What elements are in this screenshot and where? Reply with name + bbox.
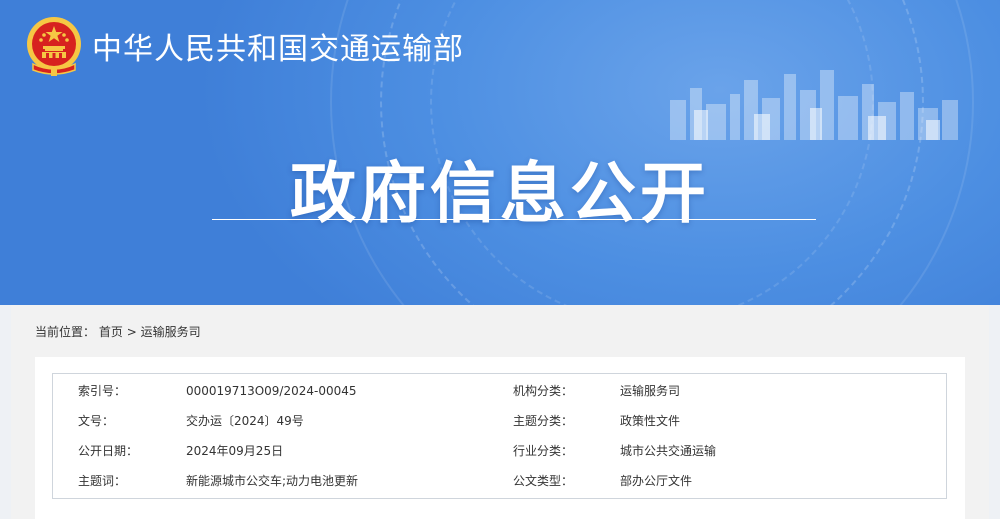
header-banner: 中华人民共和国交通运输部 政府信息公开 xyxy=(0,0,1000,305)
hero-underline xyxy=(212,219,816,220)
document-type-value: 部办公厅文件 xyxy=(620,474,693,488)
organization-category-label: 机构分类： xyxy=(513,384,574,398)
breadcrumb-separator: > xyxy=(126,325,137,339)
document-panel: 索引号： 000019713O09/2024-00045 机构分类： 运输服务司… xyxy=(35,357,965,519)
index-number-label: 索引号： xyxy=(78,384,127,398)
document-number-value: 交办运〔2024〕49号 xyxy=(186,414,304,428)
document-number-label: 文号： xyxy=(78,414,115,428)
topic-category-value: 政策性文件 xyxy=(620,414,681,428)
topic-category-label: 主题分类： xyxy=(513,414,574,428)
industry-category-value: 城市公共交通运输 xyxy=(620,444,717,458)
info-row-keywords: 主题词： 新能源城市公交车;动力电池更新 公文类型： 部办公厅文件 xyxy=(53,466,946,496)
info-row-doc-number: 文号： 交办运〔2024〕49号 主题分类： 政策性文件 xyxy=(53,406,946,436)
breadcrumb-home-link[interactable]: 首页 xyxy=(99,325,123,339)
breadcrumb: 当前位置： 首页 > 运输服务司 xyxy=(35,323,201,340)
breadcrumb-prefix: 当前位置： xyxy=(35,325,96,339)
index-number-value: 000019713O09/2024-00045 xyxy=(186,384,357,398)
document-info-table: 索引号： 000019713O09/2024-00045 机构分类： 运输服务司… xyxy=(52,373,947,499)
organization-category-value: 运输服务司 xyxy=(620,384,681,398)
keywords-value: 新能源城市公交车;动力电池更新 xyxy=(186,474,359,488)
info-row-index: 索引号： 000019713O09/2024-00045 机构分类： 运输服务司 xyxy=(53,376,946,406)
main-content: 当前位置： 首页 > 运输服务司 索引号： 000019713O09/2024-… xyxy=(11,305,989,519)
industry-category-label: 行业分类： xyxy=(513,444,574,458)
info-row-publish-date: 公开日期： 2024年09月25日 行业分类： 城市公共交通运输 xyxy=(53,436,946,466)
document-type-label: 公文类型： xyxy=(513,474,574,488)
keywords-label: 主题词： xyxy=(78,474,127,488)
site-name[interactable]: 中华人民共和国交通运输部 xyxy=(92,24,464,68)
hero-title: 政府信息公开 xyxy=(290,155,710,232)
breadcrumb-current-link[interactable]: 运输服务司 xyxy=(141,325,201,339)
city-skyline-graphic xyxy=(670,70,958,140)
publish-date-label: 公开日期： xyxy=(78,444,139,458)
publish-date-value: 2024年09月25日 xyxy=(186,444,284,458)
national-emblem-icon[interactable] xyxy=(25,16,83,78)
